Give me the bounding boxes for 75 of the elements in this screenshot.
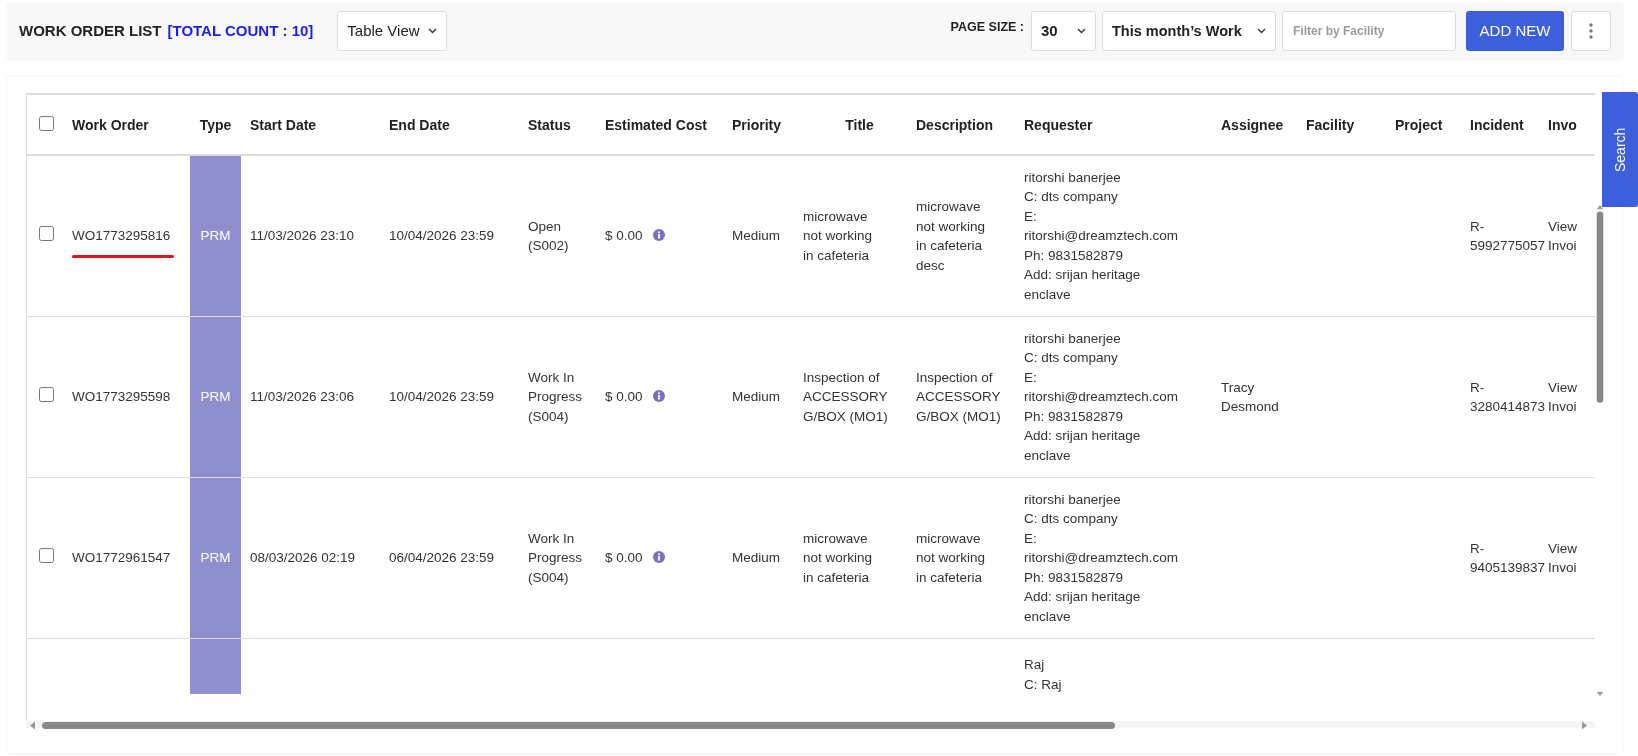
work-order-number[interactable]: WO1773295816 <box>72 226 171 246</box>
end-date: 06/04/2026 23:59 <box>389 549 495 568</box>
incident-number: R- 5992775057 <box>1470 217 1546 255</box>
add-new-button[interactable]: ADD NEW <box>1466 10 1564 51</box>
work-order-number[interactable]: WO1773295598 <box>72 387 171 407</box>
total-count: [TOTAL COUNT : 10] <box>167 22 314 39</box>
requester-details: ritorshi banerjee C: dts company E: ritorshi@dreamztech.com Ph: 9831582879 Add: srijan heritage enclave <box>1024 329 1178 465</box>
column-header: Priority <box>732 116 781 133</box>
info-icon[interactable] <box>652 551 665 564</box>
row-checkbox[interactable] <box>39 225 54 241</box>
type-badge: PRM <box>190 477 241 639</box>
requester-details: ritorshi banerjee C: dts company E: ritorshi@dreamztech.com Ph: 9831582879 Add: srijan heritage enclave <box>1024 168 1178 304</box>
info-icon[interactable] <box>652 229 665 242</box>
requester-details: Raj C: Raj <box>1024 656 1062 694</box>
column-header: Assignee <box>1221 116 1284 133</box>
type-badge: PRM <box>190 155 241 317</box>
status-text: Work In Progress (S004) <box>528 529 583 587</box>
start-date: 11/03/2026 23:10 <box>250 227 355 246</box>
column-header: Facility <box>1306 116 1355 133</box>
priority-text: Medium <box>732 388 780 407</box>
start-date: 08/03/2026 02:19 <box>250 549 356 568</box>
end-date: 10/04/2026 23:59 <box>389 227 495 246</box>
select-all-checkbox[interactable] <box>39 115 54 131</box>
column-header: Requester <box>1024 116 1093 133</box>
assignee-name: Tracy Desmond <box>1221 378 1279 416</box>
page-size-label: PAGE SIZE : <box>950 19 1024 34</box>
title-text: microwave not working in cafeteria <box>803 207 873 265</box>
column-header: Work Order <box>72 116 149 133</box>
caret-icon <box>1077 27 1086 34</box>
view-select[interactable]: Table View <box>337 10 448 51</box>
cost-amount: $ 0.00 <box>605 227 643 246</box>
view-invoice-link[interactable]: View Invoi <box>1548 538 1578 578</box>
title-text: microwave not working in cafeteria <box>803 529 873 587</box>
incident-number: R- 3280414873 <box>1470 378 1546 416</box>
type-badge: PRM <box>190 316 241 478</box>
end-date: 10/04/2026 23:59 <box>389 388 495 407</box>
horizontal-scrollbar[interactable] <box>26 721 1595 728</box>
description-text: microwave not working in cafeteria <box>916 529 986 587</box>
vertical-dots-icon <box>1589 22 1593 39</box>
incident-number: R- 9405139837 <box>1470 539 1546 577</box>
column-header: Type <box>199 116 232 133</box>
page-title: WORK ORDER LIST <box>19 22 162 39</box>
status-text: Open (S002) <box>528 217 569 255</box>
info-icon[interactable] <box>652 390 665 403</box>
facility-filter-field[interactable]: Filter by Facility <box>1282 10 1456 51</box>
caret-icon <box>428 27 438 34</box>
work-order-number[interactable]: WO1772961547 <box>72 548 171 568</box>
cost-amount: $ 0.00 <box>605 549 643 568</box>
description-text: Inspection of ACCESSORY G/BOX (MO1) <box>916 368 1001 426</box>
search-tab[interactable]: Search <box>1602 92 1638 207</box>
cost-amount: $ 0.00 <box>605 388 643 407</box>
row-checkbox[interactable] <box>39 386 54 402</box>
column-header: Project <box>1395 116 1443 133</box>
priority-text: Medium <box>732 549 780 568</box>
type-bar <box>190 638 241 694</box>
page-size-select[interactable]: 30 <box>1031 10 1096 51</box>
view-invoice-link[interactable]: View Invoi <box>1548 377 1578 417</box>
view-invoice-link[interactable]: View Invoi <box>1548 216 1578 256</box>
column-header: Start Date <box>250 116 317 133</box>
title-text: Inspection of ACCESSORY G/BOX (MO1) <box>803 368 888 426</box>
column-header: End Date <box>389 116 450 133</box>
description-text: microwave not working in cafeteria desc <box>916 198 986 275</box>
column-header: Invo <box>1548 116 1577 133</box>
row-checkbox[interactable] <box>39 547 54 563</box>
priority-text: Medium <box>732 227 780 246</box>
column-header: Description <box>916 116 993 133</box>
column-header: Incident <box>1470 116 1524 133</box>
column-header: Status <box>528 116 571 133</box>
start-date: 11/03/2026 23:06 <box>250 388 355 407</box>
requester-details: ritorshi banerjee C: dts company E: ritorshi@dreamztech.com Ph: 9831582879 Add: srijan heritage enclave <box>1024 490 1178 626</box>
column-header: Estimated Cost <box>605 116 707 133</box>
period-select[interactable]: This month’s Work <box>1102 10 1276 51</box>
status-text: Work In Progress (S004) <box>528 368 583 426</box>
column-header: Title <box>845 116 874 133</box>
caret-icon <box>1257 27 1266 34</box>
